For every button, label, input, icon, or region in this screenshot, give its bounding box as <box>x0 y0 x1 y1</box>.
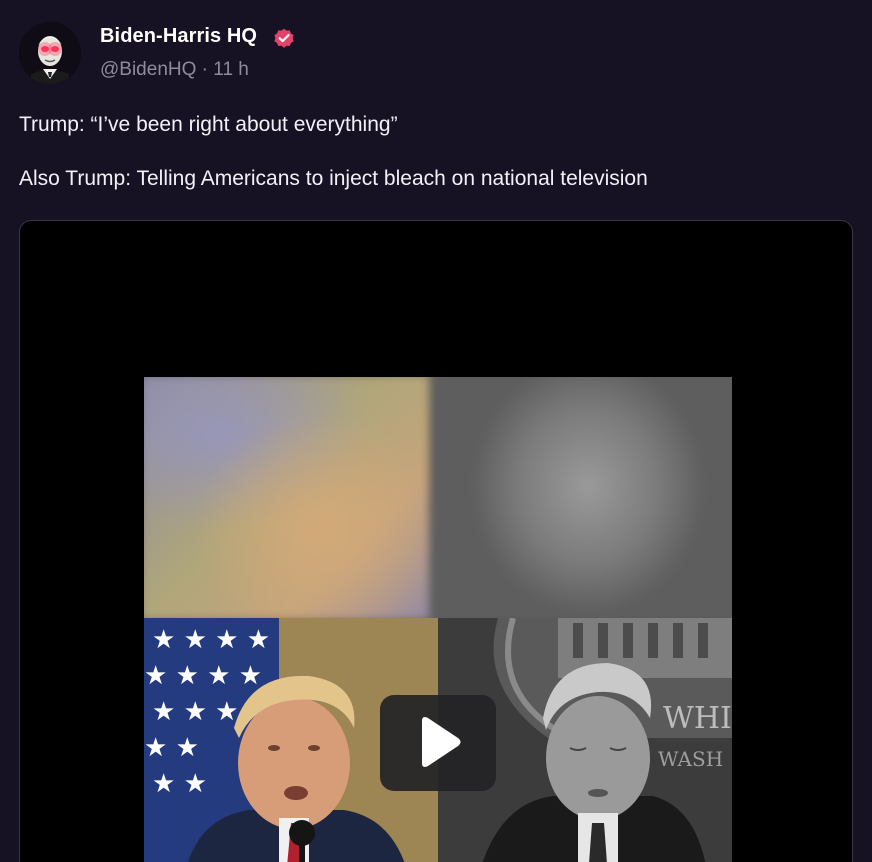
verified-badge-icon <box>274 28 294 48</box>
author-meta: @BidenHQ · 11 h <box>100 59 249 81</box>
play-icon <box>422 717 461 767</box>
author-display-name[interactable]: Biden-Harris HQ <box>100 25 257 48</box>
post-text-line-2: Also Trump: Telling Americans to inject … <box>19 167 648 190</box>
post-text-line-1: Trump: “I’ve been right about everything… <box>19 113 398 136</box>
svg-text:★ ★: ★ ★ <box>144 733 199 763</box>
play-button[interactable] <box>380 695 496 791</box>
svg-text:★ ★ ★: ★ ★ ★ <box>152 697 238 727</box>
svg-text:WASH: WASH <box>658 747 723 771</box>
svg-text:★ ★: ★ ★ <box>152 769 207 799</box>
svg-text:★ ★ ★ ★: ★ ★ ★ ★ <box>144 661 262 691</box>
thumbnail-top-right-blurred <box>429 377 732 626</box>
svg-text:★ ★ ★ ★: ★ ★ ★ ★ <box>152 625 270 655</box>
thumbnail-top-left-blurred <box>144 377 447 626</box>
biden-laser-eyes-avatar-icon <box>19 22 81 84</box>
video-media[interactable]: ★ ★ ★ ★ ★ ★ ★ ★ ★ ★ ★ ★ ★ ★ ★ WHI WASH <box>19 220 853 862</box>
author-handle[interactable]: @BidenHQ <box>100 59 196 80</box>
meta-separator: · <box>201 59 208 80</box>
avatar[interactable] <box>19 22 81 84</box>
post-card: Biden-Harris HQ @BidenHQ · 11 h Trump: “… <box>0 0 872 862</box>
svg-text:WHI: WHI <box>663 701 732 736</box>
post-timestamp[interactable]: 11 h <box>213 59 249 80</box>
